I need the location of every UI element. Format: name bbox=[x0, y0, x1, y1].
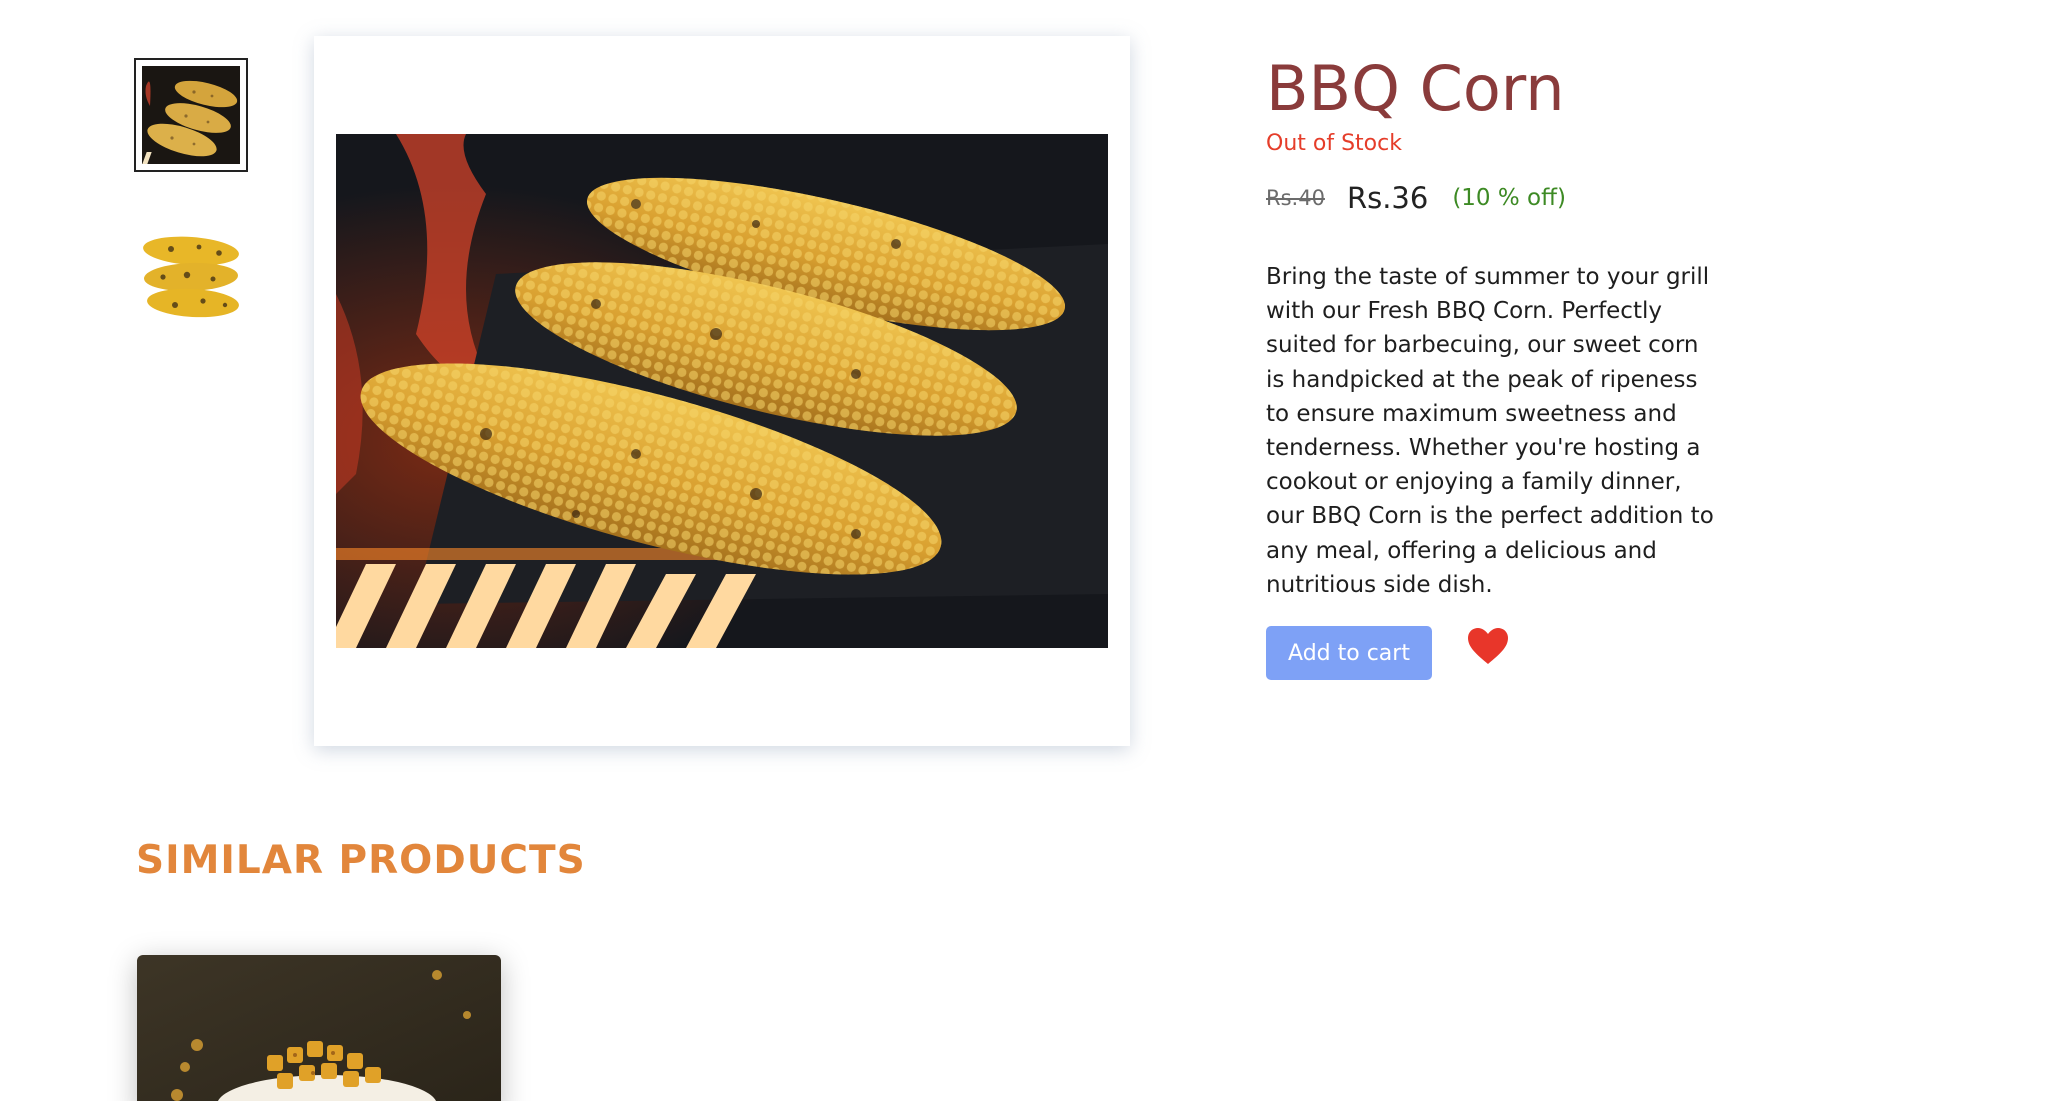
charred-corn-thumbnail-image bbox=[141, 225, 241, 325]
price-row: Rs.40 Rs.36 (10 % off) bbox=[1266, 180, 1566, 216]
stock-status: Out of Stock bbox=[1266, 131, 1402, 156]
product-page: BBQ Corn Out of Stock Rs.40 Rs.36 (10 % … bbox=[0, 0, 2048, 1101]
original-price: Rs.40 bbox=[1266, 186, 1325, 210]
similar-product-image bbox=[137, 955, 501, 1101]
discount-label: (10 % off) bbox=[1452, 185, 1566, 211]
heart-icon[interactable] bbox=[1466, 626, 1510, 666]
product-title: BBQ Corn bbox=[1266, 52, 1565, 125]
add-to-cart-button[interactable]: Add to cart bbox=[1266, 626, 1432, 680]
thumbnail-2[interactable] bbox=[134, 218, 248, 332]
similar-products-title: SIMILAR PRODUCTS bbox=[136, 838, 586, 883]
grilled-corn-main-image bbox=[336, 134, 1108, 648]
product-description: Bring the taste of summer to your grill … bbox=[1266, 264, 1714, 598]
corn-grill-thumbnail-image bbox=[142, 66, 240, 164]
similar-product-card[interactable] bbox=[137, 955, 501, 1101]
thumbnail-1[interactable] bbox=[134, 58, 248, 172]
current-price: Rs.36 bbox=[1346, 181, 1429, 215]
main-image-card bbox=[314, 36, 1130, 746]
